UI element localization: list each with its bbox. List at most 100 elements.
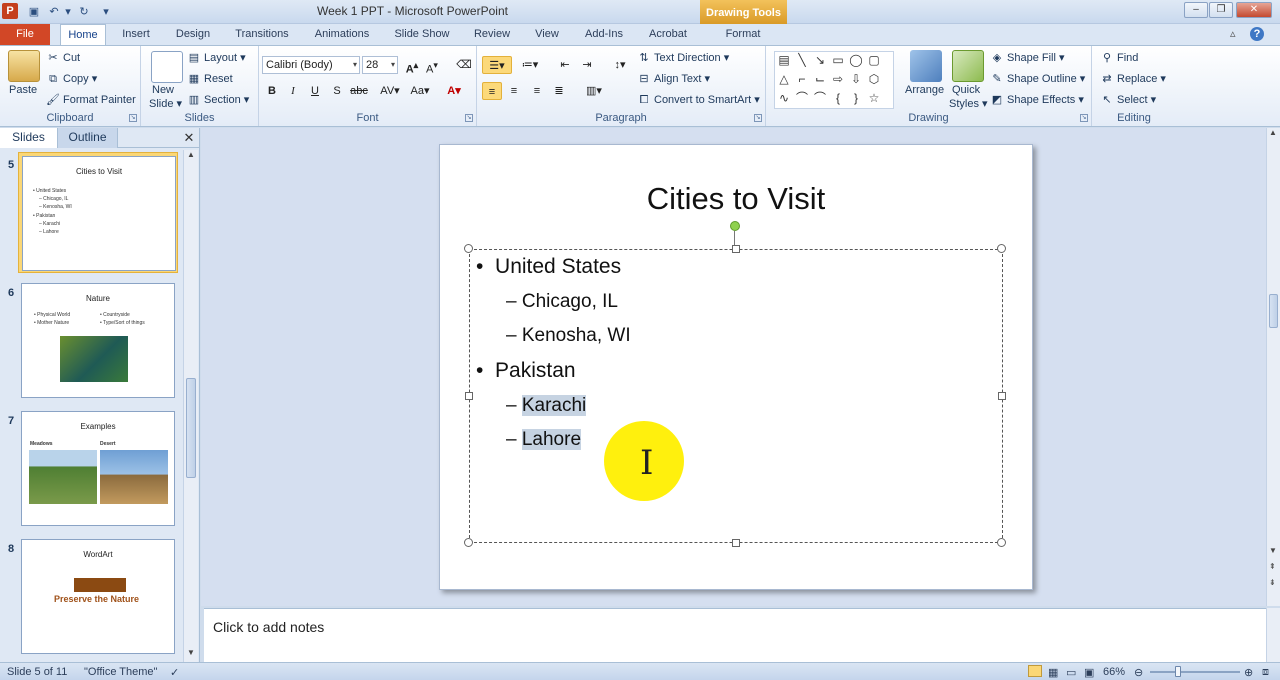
zoom-in-icon[interactable]: ⊕ <box>1244 666 1253 679</box>
save-icon[interactable]: ▣ <box>26 4 42 20</box>
thumbnail-slide-5[interactable]: Cities to Visit • United States – Chicag… <box>18 152 178 273</box>
slides-pane-scrollbar[interactable]: ▲ ▼ <box>183 150 198 662</box>
notes-placeholder[interactable]: Click to add notes <box>213 619 324 635</box>
restore-button[interactable]: ❐ <box>1209 2 1233 18</box>
copy-button[interactable]: ⧉ Copy ▾ <box>46 72 97 86</box>
font-launcher-icon[interactable]: ↘ <box>465 114 473 122</box>
rectangle-shape-icon[interactable]: ▭ <box>831 53 845 67</box>
help-icon[interactable]: ? <box>1250 27 1264 41</box>
slide-sorter-icon[interactable]: ▦ <box>1048 666 1058 679</box>
increase-indent-icon[interactable]: ⇥ <box>577 56 597 74</box>
decrease-indent-icon[interactable]: ⇤ <box>555 56 575 74</box>
tab-acrobat[interactable]: Acrobat <box>642 24 694 45</box>
paste-button[interactable]: Paste <box>9 84 37 96</box>
quick-styles-label[interactable]: Quick <box>952 84 980 96</box>
tab-file[interactable]: File <box>0 24 50 45</box>
hexagon-shape-icon[interactable]: ⬡ <box>867 72 881 86</box>
sub-bullet-item[interactable]: – Karachi <box>506 395 587 417</box>
bullets-icon[interactable]: ☰▾ <box>482 56 512 74</box>
zoom-level[interactable]: 66% <box>1103 666 1125 678</box>
sub-bullet-item[interactable]: – Chicago, IL <box>506 291 618 313</box>
replace-button[interactable]: ⇄ Replace ▾ <box>1100 72 1166 86</box>
close-pane-icon[interactable]: ✕ <box>183 131 195 145</box>
shape-effects-button[interactable]: ◩ Shape Effects ▾ <box>990 93 1084 107</box>
sub-bullet-item[interactable]: – Kenosha, WI <box>506 325 631 347</box>
select-button[interactable]: ↖ Select ▾ <box>1100 93 1156 107</box>
tab-outline[interactable]: Outline <box>58 128 118 148</box>
resize-handle-top[interactable] <box>732 245 740 253</box>
change-case-icon[interactable]: Aa▾ <box>407 82 433 100</box>
new-slide-icon[interactable] <box>151 51 183 83</box>
curve-shape-icon[interactable]: ∿ <box>777 91 791 105</box>
slide-preview[interactable]: Examples Meadows Desert <box>21 411 175 526</box>
zoom-out-icon[interactable]: ⊖ <box>1134 666 1143 679</box>
scroll-up-icon[interactable]: ▲ <box>1269 128 1277 137</box>
previous-slide-icon[interactable]: ⇞ <box>1269 562 1276 571</box>
character-spacing-icon[interactable]: AV▾ <box>377 82 403 100</box>
format-painter-button[interactable]: 🖌 Format Painter <box>46 93 136 107</box>
italic-icon[interactable]: I <box>283 82 303 100</box>
elbow-connector-icon[interactable]: ⌐ <box>795 72 809 86</box>
thumbnail-slide-6[interactable]: Nature • Physical World • Mother Nature … <box>18 280 178 401</box>
underline-icon[interactable]: U <box>305 82 325 100</box>
sub-bullet-item[interactable]: – Lahore <box>506 429 582 451</box>
shrink-font-icon[interactable]: A▾ <box>422 56 442 76</box>
shadow-icon[interactable]: S <box>327 82 347 100</box>
align-center-icon[interactable]: ≡ <box>504 82 524 100</box>
right-arrow-shape-icon[interactable]: ⇨ <box>831 72 845 86</box>
quick-styles-button[interactable]: Styles ▾ <box>949 97 988 110</box>
shapes-gallery[interactable]: ▤ ╲ ↘ ▭ ◯ ▢ △ ⌐ ⌙ ⇨ ⇩ ⬡ ∿ ⌒ ⌒ { } ☆ <box>774 51 894 109</box>
tab-insert[interactable]: Insert <box>114 24 158 45</box>
repeat-icon[interactable]: ↻ <box>76 4 92 20</box>
scroll-up-icon[interactable]: ▲ <box>187 150 195 159</box>
spell-check-icon[interactable]: ✓ <box>170 666 179 679</box>
resize-handle-top-left[interactable] <box>464 244 473 253</box>
new-slide-label-1[interactable]: New <box>152 84 174 96</box>
down-arrow-shape-icon[interactable]: ⇩ <box>849 72 863 86</box>
arrange-icon[interactable] <box>910 50 942 82</box>
cut-button[interactable]: ✂ Cut <box>46 51 80 65</box>
tab-review[interactable]: Review <box>468 24 516 45</box>
freeform-shape-icon[interactable]: ⌒ <box>795 91 809 105</box>
tab-slides[interactable]: Slides <box>0 128 58 148</box>
line-spacing-icon[interactable]: ↕▾ <box>607 56 633 74</box>
right-brace-icon[interactable]: } <box>849 91 863 105</box>
find-button[interactable]: ⚲ Find <box>1100 51 1138 65</box>
notes-pane[interactable]: Click to add notes <box>204 608 1266 662</box>
normal-view-icon[interactable] <box>1028 665 1042 677</box>
slide-preview[interactable]: Nature • Physical World • Mother Nature … <box>21 283 175 398</box>
rounded-rect-shape-icon[interactable]: ▢ <box>867 53 881 67</box>
font-size-combo[interactable]: 28 ▾ <box>362 56 398 74</box>
zoom-slider[interactable] <box>1150 671 1240 673</box>
justify-icon[interactable]: ≣ <box>549 82 569 100</box>
resize-handle-top-right[interactable] <box>997 244 1006 253</box>
strikethrough-icon[interactable]: abc <box>349 82 369 100</box>
powerpoint-app-icon[interactable]: P <box>2 3 18 19</box>
shape-outline-button[interactable]: ✎ Shape Outline ▾ <box>990 72 1085 86</box>
bullet-item[interactable]: • United States <box>476 255 621 279</box>
resize-handle-bottom-right[interactable] <box>997 538 1006 547</box>
reading-view-icon[interactable]: ▭ <box>1066 666 1076 679</box>
tab-design[interactable]: Design <box>170 24 216 45</box>
tab-home[interactable]: Home <box>60 24 106 45</box>
close-button[interactable]: ✕ <box>1236 2 1272 18</box>
bold-icon[interactable]: B <box>262 82 282 100</box>
new-slide-button[interactable]: Slide ▾ <box>149 97 182 110</box>
oval-shape-icon[interactable]: ◯ <box>849 53 863 67</box>
resize-handle-right[interactable] <box>998 392 1006 400</box>
tab-slide-show[interactable]: Slide Show <box>388 24 456 45</box>
columns-icon[interactable]: ▥▾ <box>581 82 607 100</box>
tab-transitions[interactable]: Transitions <box>228 24 296 45</box>
align-left-icon[interactable]: ≡ <box>482 82 502 100</box>
font-name-combo[interactable]: Calibri (Body) ▾ <box>262 56 360 74</box>
scroll-down-icon[interactable]: ▼ <box>1269 546 1277 555</box>
undo-dropdown-icon[interactable]: ▾ <box>60 4 76 20</box>
align-text-button[interactable]: ⊟ Align Text ▾ <box>637 72 710 86</box>
grow-font-icon[interactable]: A▴ <box>402 56 422 76</box>
clear-formatting-icon[interactable]: ⌫ <box>454 56 474 74</box>
thumbnail-slide-7[interactable]: Examples Meadows Desert <box>18 408 178 529</box>
convert-smartart-button[interactable]: ⧠ Convert to SmartArt ▾ <box>637 93 760 107</box>
numbering-icon[interactable]: ≔▾ <box>515 56 545 74</box>
slide-show-icon[interactable]: ▣ <box>1084 666 1094 679</box>
paste-icon[interactable] <box>8 50 40 82</box>
